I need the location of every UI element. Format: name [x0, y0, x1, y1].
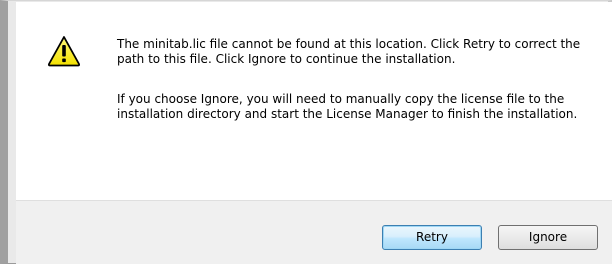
message-secondary: If you choose Ignore, you will need to m… — [117, 92, 578, 121]
dialog-content: The minitab.lic file cannot be found at … — [16, 2, 612, 200]
retry-button[interactable]: Retry — [382, 225, 482, 250]
warning-triangle-icon — [47, 35, 81, 67]
ignore-button[interactable]: Ignore — [498, 225, 598, 250]
dialog-button-bar: Retry Ignore — [16, 200, 612, 264]
message-primary: The minitab.lic file cannot be found at … — [117, 37, 581, 66]
message-dialog: The minitab.lic file cannot be found at … — [0, 0, 612, 264]
